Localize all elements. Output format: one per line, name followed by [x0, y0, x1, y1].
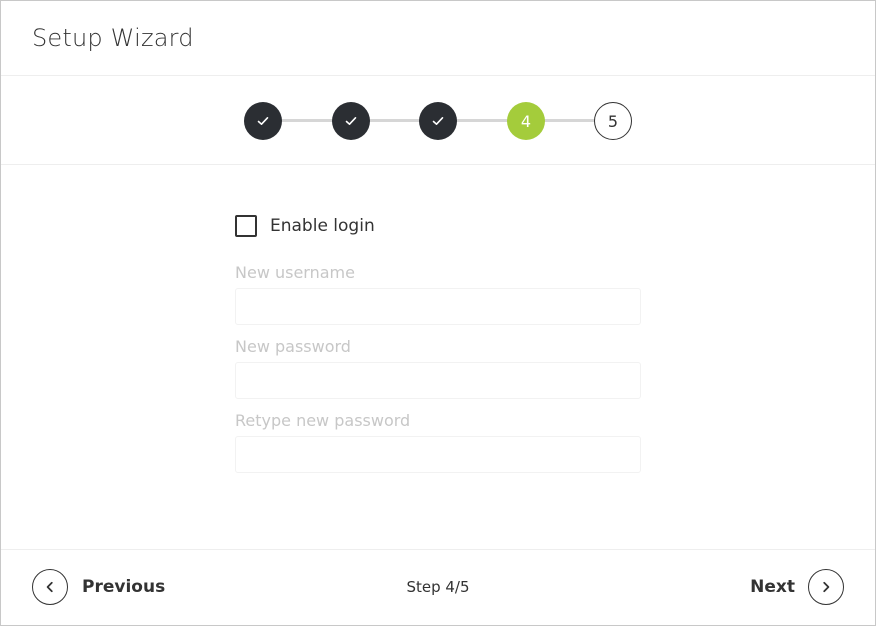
chevron-right-icon: [808, 569, 844, 605]
username-input[interactable]: [235, 288, 641, 325]
step-progress: 4 5: [1, 76, 875, 165]
retype-password-input[interactable]: [235, 436, 641, 473]
checkmark-icon: [345, 117, 357, 125]
step-3-completed[interactable]: [419, 102, 457, 140]
step-number: 4: [520, 111, 532, 131]
retype-password-field-group: Retype new password: [235, 411, 643, 473]
next-label: Next: [750, 577, 795, 597]
password-input[interactable]: [235, 362, 641, 399]
login-form: Enable login New username New password R…: [235, 213, 643, 473]
enable-login-label: Enable login: [270, 216, 375, 236]
wizard-header: Setup Wizard: [1, 1, 875, 76]
enable-login-checkbox[interactable]: [235, 215, 257, 237]
step-indicator: Step 4/5: [406, 578, 470, 596]
setup-wizard-dialog: Setup Wizard 4 5 Enable login New userna…: [0, 0, 876, 626]
step-1-completed[interactable]: [244, 102, 282, 140]
step-5-pending[interactable]: 5: [594, 102, 632, 140]
username-label: New username: [235, 263, 355, 282]
step-number: 5: [607, 111, 619, 131]
password-field-group: New password: [235, 337, 643, 399]
wizard-footer: Previous Step 4/5 Next: [1, 549, 875, 625]
next-button[interactable]: Next: [750, 569, 844, 605]
enable-login-option[interactable]: Enable login: [235, 213, 643, 239]
checkmark-icon: [257, 117, 269, 125]
step-2-completed[interactable]: [332, 102, 370, 140]
checkmark-icon: [432, 117, 444, 125]
username-field-group: New username: [235, 263, 643, 325]
retype-password-label: Retype new password: [235, 411, 411, 430]
wizard-title: Setup Wizard: [32, 24, 194, 52]
password-label: New password: [235, 337, 351, 356]
step-4-current[interactable]: 4: [507, 102, 545, 140]
